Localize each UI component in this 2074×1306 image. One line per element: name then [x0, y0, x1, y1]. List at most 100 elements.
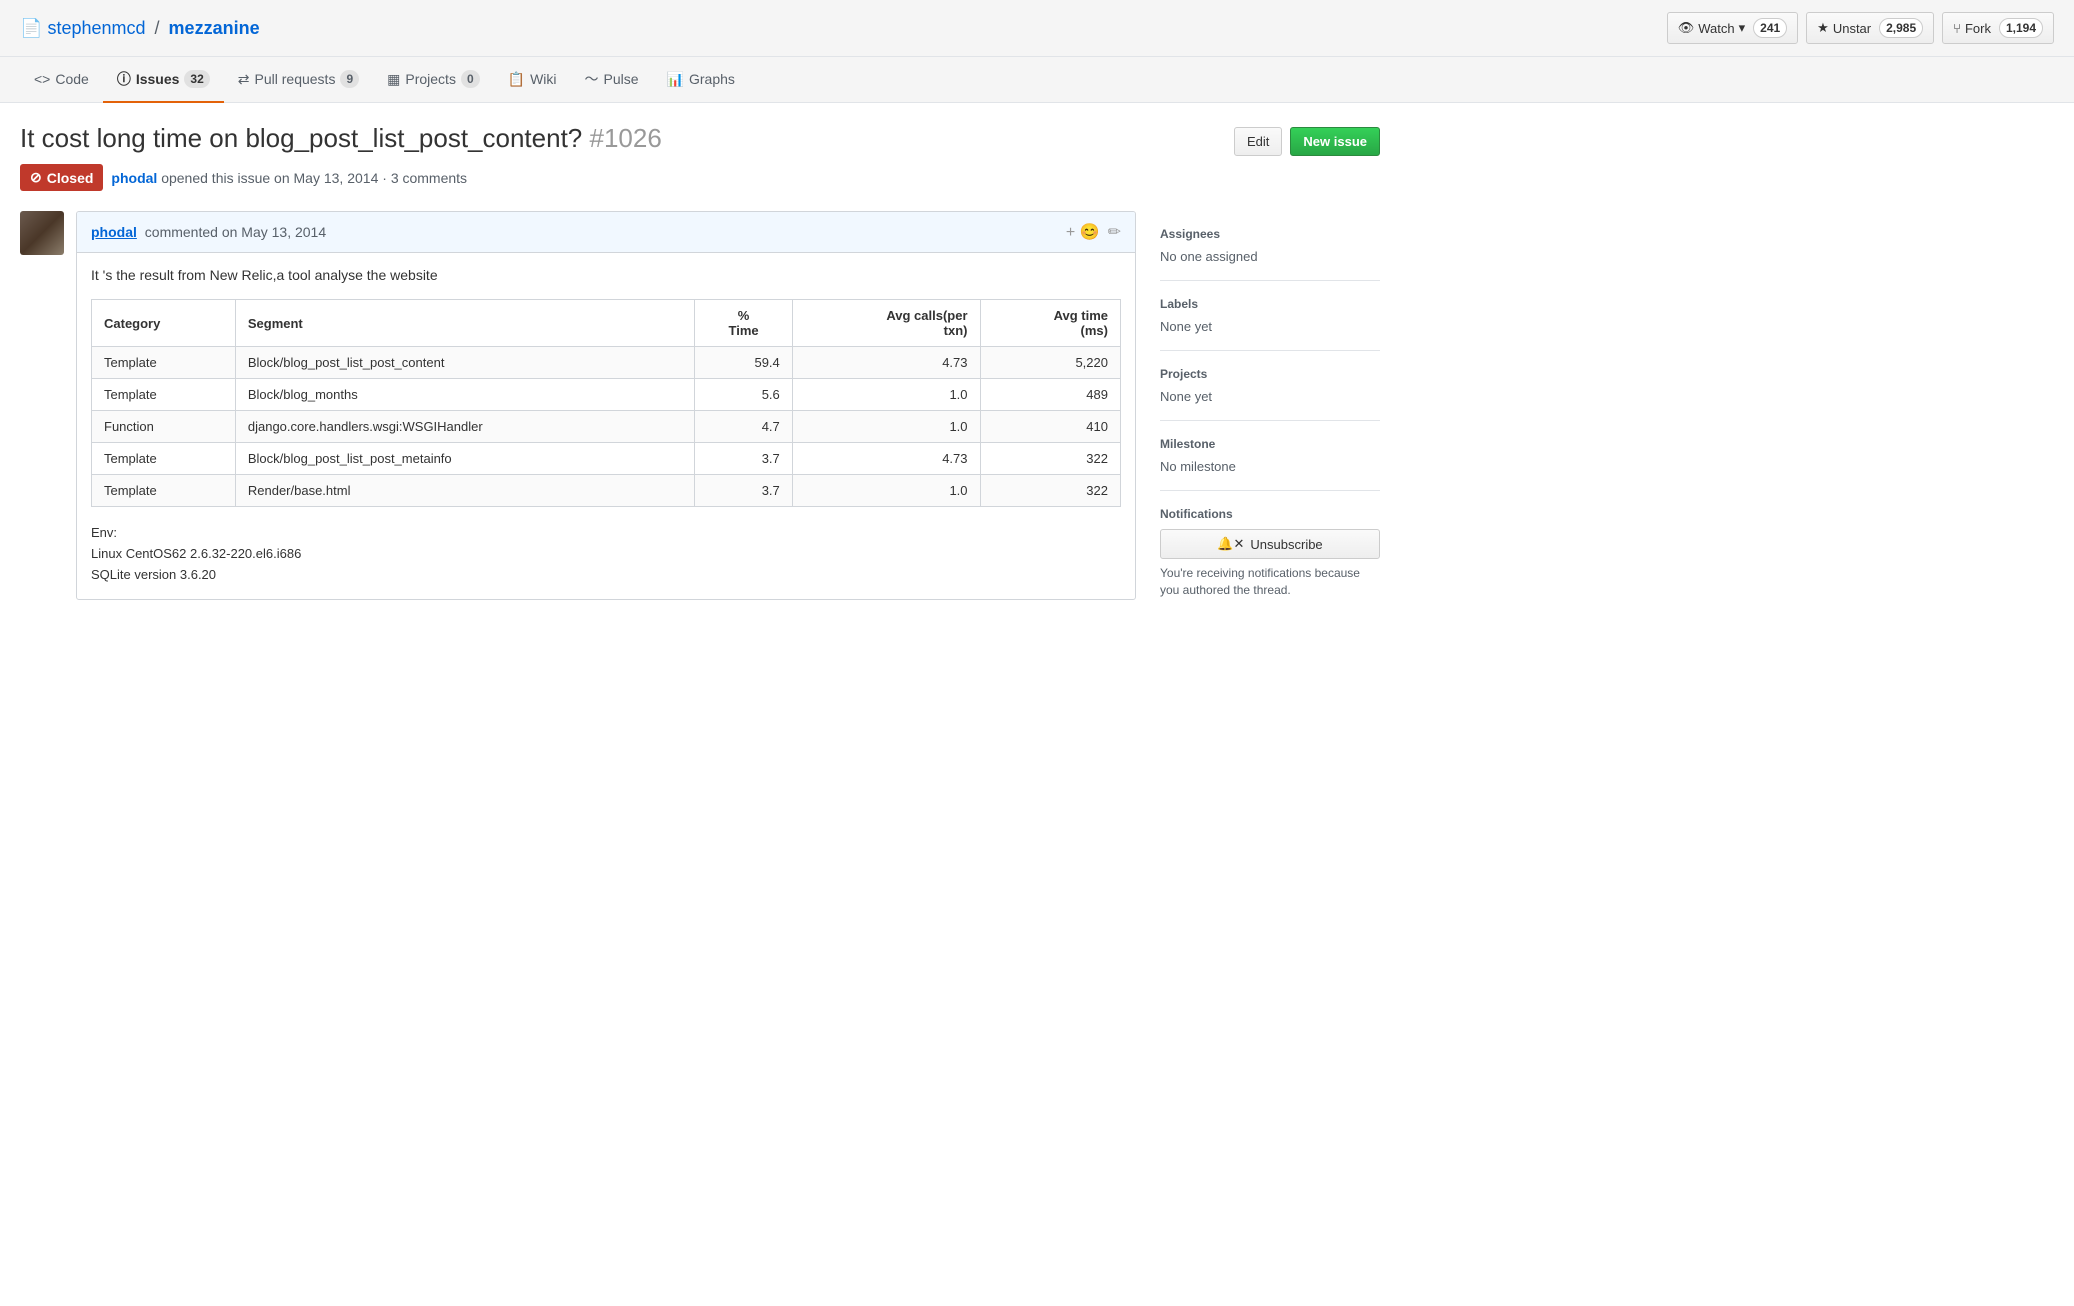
issue-meta: ⊘ Closed phodal opened this issue on May…	[20, 164, 1380, 191]
labels-title: Labels	[1160, 297, 1380, 311]
table-cell: Template	[92, 347, 236, 379]
repo-icon: 📄	[20, 18, 42, 38]
comment-intro-text: It 's the result from New Relic,a tool a…	[91, 267, 1121, 283]
unsubscribe-button[interactable]: 🔔✕ Unsubscribe	[1160, 529, 1380, 559]
table-cell: 5.6	[695, 379, 792, 411]
comment-date: commented on May 13, 2014	[145, 224, 326, 240]
tab-code-label: Code	[55, 71, 88, 87]
comment-header-left: phodal commented on May 13, 2014	[91, 224, 326, 240]
env-lines: Linux CentOS62 2.6.32-220.el6.i686SQLite…	[91, 544, 1121, 586]
pulse-icon: 〜	[585, 69, 599, 89]
table-cell: 322	[980, 443, 1120, 475]
comment-env: Env: Linux CentOS62 2.6.32-220.el6.i686S…	[91, 523, 1121, 585]
graphs-icon: 📊	[667, 71, 684, 88]
watch-count: 241	[1753, 18, 1787, 38]
issue-title-actions: Edit New issue	[1234, 127, 1380, 156]
watch-label: Watch	[1698, 21, 1734, 36]
pr-icon: ⇄	[238, 71, 250, 88]
main-column: phodal commented on May 13, 2014 + 😊 ✏ I…	[20, 211, 1136, 615]
fork-label: Fork	[1965, 21, 1991, 36]
comment-header: phodal commented on May 13, 2014 + 😊 ✏	[77, 212, 1135, 253]
repo-header: 📄 stephenmcd / mezzanine 👁 Watch ▾ 241 ★…	[0, 0, 2074, 57]
repo-owner-link[interactable]: stephenmcd	[47, 18, 145, 38]
col-category: Category	[92, 300, 236, 347]
avatar-image	[20, 211, 64, 255]
projects-icon: ▦	[387, 71, 400, 88]
issue-meta-text: phodal opened this issue on May 13, 2014…	[111, 170, 467, 186]
two-column-layout: phodal commented on May 13, 2014 + 😊 ✏ I…	[20, 211, 1380, 615]
table-cell: Block/blog_post_list_post_metainfo	[235, 443, 694, 475]
table-cell: 4.73	[792, 347, 980, 379]
table-cell: Template	[92, 379, 236, 411]
col-avg-calls: Avg calls(pertxn)	[792, 300, 980, 347]
tab-wiki[interactable]: 📋 Wiki	[494, 59, 571, 102]
sidebar-milestone: Milestone No milestone	[1160, 421, 1380, 491]
issue-title: It cost long time on blog_post_list_post…	[20, 123, 1218, 154]
wiki-icon: 📋	[508, 71, 525, 88]
table-cell: 4.7	[695, 411, 792, 443]
issue-author-link[interactable]: phodal	[111, 170, 157, 186]
sidebar-projects: Projects None yet	[1160, 351, 1380, 421]
env-line: Linux CentOS62 2.6.32-220.el6.i686	[91, 544, 1121, 565]
issue-comments-count: 3 comments	[391, 170, 467, 186]
star-count: 2,985	[1879, 18, 1923, 38]
table-cell: 1.0	[792, 379, 980, 411]
tab-projects[interactable]: ▦ Projects 0	[373, 58, 494, 102]
col-segment: Segment	[235, 300, 694, 347]
comment-header-actions: + 😊 ✏	[1066, 222, 1121, 242]
sidebar-assignees: Assignees No one assigned	[1160, 211, 1380, 281]
edit-button[interactable]: Edit	[1234, 127, 1282, 156]
sidebar: Assignees No one assigned Labels None ye…	[1160, 211, 1380, 615]
projects-title: Projects	[1160, 367, 1380, 381]
nav-tabs: <> Code ⓘ Issues 32 ⇄ Pull requests 9 ▦ …	[0, 57, 2074, 103]
table-cell: Function	[92, 411, 236, 443]
table-cell: 1.0	[792, 475, 980, 507]
fork-count: 1,194	[1999, 18, 2043, 38]
tab-issues[interactable]: ⓘ Issues 32	[103, 57, 224, 103]
notifications-text: You're receiving notifications because y…	[1160, 565, 1380, 599]
tab-pull-requests[interactable]: ⇄ Pull requests 9	[224, 58, 373, 102]
table-cell: Template	[92, 443, 236, 475]
star-icon: ★	[1817, 20, 1829, 36]
sidebar-labels: Labels None yet	[1160, 281, 1380, 351]
issues-badge: 32	[184, 70, 209, 88]
table-cell: 3.7	[695, 475, 792, 507]
tab-graphs[interactable]: 📊 Graphs	[653, 59, 749, 102]
repo-actions: 👁 Watch ▾ 241 ★ Unstar 2,985 ⑂ Fork 1,19…	[1667, 12, 2054, 44]
unsubscribe-label: Unsubscribe	[1250, 537, 1322, 552]
new-issue-button[interactable]: New issue	[1290, 127, 1380, 156]
tab-pr-label: Pull requests	[255, 71, 336, 87]
table-cell: Render/base.html	[235, 475, 694, 507]
env-line: SQLite version 3.6.20	[91, 565, 1121, 586]
table-cell: django.core.handlers.wsgi:WSGIHandler	[235, 411, 694, 443]
unstar-label: Unstar	[1833, 21, 1871, 36]
fork-button[interactable]: ⑂ Fork 1,194	[1942, 12, 2054, 44]
tab-issues-label: Issues	[136, 71, 180, 87]
unstar-button[interactable]: ★ Unstar 2,985	[1806, 12, 1934, 44]
status-label: Closed	[47, 170, 94, 186]
tab-wiki-label: Wiki	[530, 71, 556, 87]
tab-projects-label: Projects	[405, 71, 456, 87]
projects-value: None yet	[1160, 389, 1380, 404]
tab-pulse-label: Pulse	[604, 71, 639, 87]
tab-pulse[interactable]: 〜 Pulse	[571, 57, 653, 103]
closed-icon: ⊘	[30, 169, 42, 186]
pr-badge: 9	[340, 70, 359, 88]
issues-icon: ⓘ	[117, 69, 131, 89]
tab-code[interactable]: <> Code	[20, 59, 103, 101]
edit-comment-button[interactable]: ✏	[1108, 222, 1121, 242]
comment-author-link[interactable]: phodal	[91, 224, 137, 240]
table-cell: 322	[980, 475, 1120, 507]
table-cell: 4.73	[792, 443, 980, 475]
comment-box: phodal commented on May 13, 2014 + 😊 ✏ I…	[76, 211, 1136, 600]
table-cell: Block/blog_post_list_post_content	[235, 347, 694, 379]
table-cell: Block/blog_months	[235, 379, 694, 411]
eye-icon: 👁	[1678, 20, 1695, 36]
repo-title: 📄 stephenmcd / mezzanine	[20, 18, 260, 39]
add-reaction-button[interactable]: + 😊	[1066, 222, 1100, 242]
table-cell: 59.4	[695, 347, 792, 379]
table-cell: 5,220	[980, 347, 1120, 379]
repo-name-link[interactable]: mezzanine	[169, 18, 260, 38]
env-label: Env:	[91, 523, 1121, 544]
watch-button[interactable]: 👁 Watch ▾ 241	[1667, 12, 1798, 44]
